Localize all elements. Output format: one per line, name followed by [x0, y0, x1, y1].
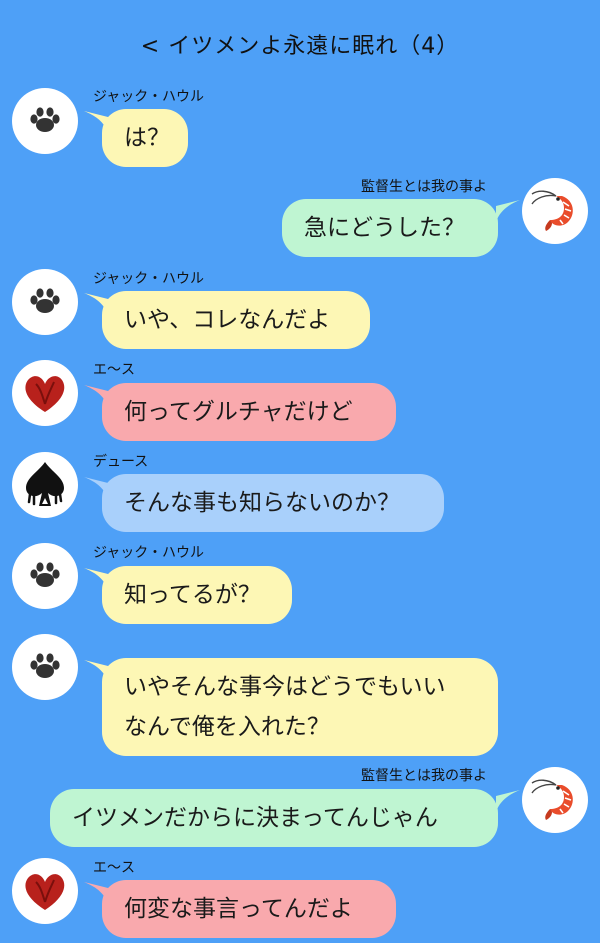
message-bubble[interactable]: 何変な事言ってんだよ	[102, 880, 396, 938]
paw-icon	[30, 653, 60, 678]
sender-name: ジャック・ハウル	[93, 545, 205, 561]
avatar-jack[interactable]	[12, 269, 78, 335]
paw-icon	[30, 562, 60, 587]
sender-name: ジャック・ハウル	[93, 271, 205, 287]
message-bubble[interactable]: そんな事も知らないのか？	[102, 474, 444, 532]
message-bubble[interactable]: いやそんな事今はどうでもいい なんで俺を入れた？	[102, 658, 498, 756]
sender-name: デュース	[93, 454, 149, 470]
message-line: いやそんな事今はどうでもいい	[124, 674, 446, 700]
heart-icon	[24, 873, 66, 911]
shrimp-icon	[531, 190, 574, 232]
sender-name: ジャック・ハウル	[93, 89, 205, 105]
spade-icon	[24, 460, 66, 508]
message-bubble[interactable]: 何ってグルチャだけど	[102, 383, 396, 441]
avatar-jack[interactable]	[12, 88, 78, 154]
avatar-jack[interactable]	[12, 543, 78, 609]
avatar-self[interactable]	[522, 767, 588, 833]
sender-name: エ〜ス	[93, 860, 135, 876]
bubble-tail	[496, 790, 520, 812]
message-bubble[interactable]: 急にどうした？	[282, 199, 498, 257]
chat-title: イツメンよ永遠に眠れ（4）	[168, 34, 460, 59]
sender-name: エ〜ス	[93, 362, 135, 378]
bubble-tail	[496, 200, 520, 222]
paw-icon	[30, 107, 60, 132]
sender-name: 監督生とは我の事よ	[361, 768, 487, 784]
avatar-deuce[interactable]	[12, 452, 78, 518]
avatar-ace[interactable]	[12, 858, 78, 924]
shrimp-icon	[531, 779, 574, 821]
avatar-jack[interactable]	[12, 634, 78, 700]
sender-name: 監督生とは我の事よ	[361, 179, 487, 195]
message-line: なんで俺を入れた？	[124, 714, 330, 740]
paw-icon	[30, 288, 60, 313]
chat-header: < イツメンよ永遠に眠れ（4）	[0, 28, 600, 60]
back-button[interactable]: <	[141, 34, 160, 59]
avatar-ace[interactable]	[12, 360, 78, 426]
message-bubble[interactable]: 知ってるが？	[102, 566, 292, 624]
heart-icon	[24, 375, 66, 413]
message-bubble[interactable]: イツメンだからに決まってんじゃん	[50, 789, 498, 847]
avatar-self[interactable]	[522, 178, 588, 244]
message-bubble[interactable]: は？	[102, 109, 188, 167]
message-bubble[interactable]: いや、コレなんだよ	[102, 291, 370, 349]
